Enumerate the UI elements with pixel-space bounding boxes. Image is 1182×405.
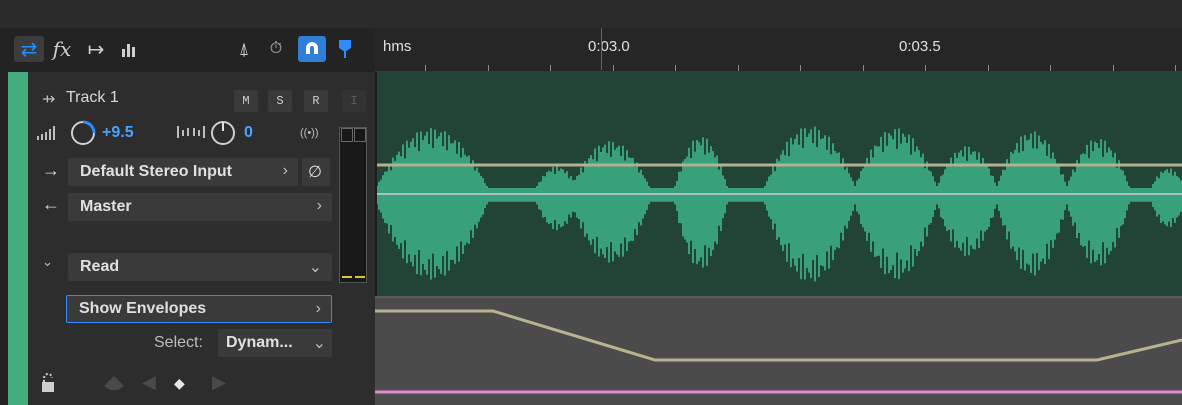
meter-clip-right (354, 128, 366, 142)
ruler-tick (737, 65, 739, 71)
ruler-tick (1112, 65, 1114, 71)
volume-value[interactable]: +9.5 (102, 124, 134, 142)
level-meter (339, 127, 367, 283)
add-keyframe-icon[interactable]: ◆ (174, 375, 185, 392)
time-ruler[interactable]: hms 0:03.0 0:03.5 (375, 28, 1182, 72)
automation-mode-select[interactable]: Read ⌄ (68, 253, 332, 281)
chevron-right-icon: › (316, 197, 322, 214)
meter-peak-right (355, 276, 365, 278)
volume-icon (36, 124, 62, 145)
ruler-unit: hms (383, 38, 412, 55)
ruler-tick (862, 65, 864, 71)
chevron-down-icon: ⌄ (308, 259, 322, 276)
input-arrow-icon: → (42, 160, 60, 180)
ruler-tick (800, 65, 801, 71)
automation-lane[interactable] (375, 296, 1182, 405)
send-icon[interactable]: ↦ (82, 36, 110, 62)
track-color-bar[interactable] (8, 72, 28, 405)
output-arrow-icon: ← (42, 194, 60, 214)
next-keyframe-icon[interactable]: ▶ (212, 372, 226, 393)
metronome-icon[interactable]: ⍋ (232, 36, 256, 62)
ruler-label: 0:03.0 (588, 38, 630, 55)
swap-arrows-icon[interactable]: ⇄ (14, 36, 44, 62)
input-select[interactable]: Default Stereo Input › (68, 158, 298, 186)
clear-keyframes-icon[interactable] (100, 372, 128, 397)
solo-button[interactable]: S (268, 90, 292, 112)
stereo-icon: ((•)) (300, 127, 319, 139)
clip-envelopes[interactable] (377, 72, 1182, 296)
pan-icon (176, 124, 206, 145)
mute-button[interactable]: M (234, 90, 258, 112)
ruler-tick (425, 65, 426, 71)
ruler-label: 0:03.5 (899, 38, 941, 55)
automation-lane-envelopes[interactable] (375, 298, 1182, 405)
meter-peak-left (342, 276, 352, 278)
track-header-panel: ⇄ fx ↦ ⍋ ⏱ ⇸ Track 1 M S R I +9.5 0 ((•)… (0, 28, 375, 405)
waveform-track-icon: ⇸ (42, 91, 56, 108)
audio-clip[interactable] (375, 72, 1182, 296)
parameter-select-value: Dynam... (226, 334, 293, 351)
track-name[interactable]: Track 1 (66, 89, 119, 107)
ruler-tick (612, 65, 614, 71)
ruler-tick (1175, 65, 1176, 71)
show-envelopes-label: Show Envelopes (79, 300, 207, 317)
track-1-header[interactable]: ⇸ Track 1 M S R I +9.5 0 ((•)) → Default… (8, 72, 375, 405)
record-arm-button[interactable]: R (304, 90, 328, 112)
parameter-select[interactable]: Dynam... ⌄ (218, 329, 332, 357)
input-select-label: Default Stereo Input (80, 163, 233, 180)
magnet-snap-icon[interactable] (298, 36, 326, 62)
top-strip (0, 0, 1182, 28)
meter-bars-icon[interactable] (116, 36, 144, 62)
lane-envelope[interactable] (375, 309, 1182, 362)
meter-clip-left (341, 128, 353, 142)
ruler-tick (675, 65, 676, 71)
pan-value[interactable]: 0 (244, 124, 253, 142)
ruler-tick (550, 65, 551, 71)
ruler-tick (487, 65, 489, 71)
fx-icon[interactable]: fx (48, 36, 76, 62)
output-select[interactable]: Master › (68, 193, 332, 221)
chevron-down-icon[interactable]: ⌄ (42, 254, 53, 270)
chevron-right-icon: › (282, 162, 288, 179)
input-monitor-button[interactable]: I (342, 90, 366, 112)
show-envelopes-select[interactable]: Show Envelopes › (66, 295, 332, 323)
ruler-tick (925, 65, 926, 71)
track-toolbar: ⇄ fx ↦ ⍋ ⏱ (0, 28, 375, 70)
previous-keyframe-icon[interactable]: ◀ (142, 372, 156, 393)
output-select-label: Master (80, 198, 132, 215)
playhead[interactable] (601, 28, 602, 70)
automation-mode-label: Read (80, 258, 120, 275)
invert-polarity-button[interactable]: ∅ (302, 158, 330, 186)
ruler-tick (987, 65, 989, 71)
marker-pin-icon[interactable] (332, 36, 358, 62)
volume-knob[interactable] (70, 120, 96, 151)
punch-timer-icon[interactable]: ⏱ (264, 36, 288, 62)
polarity-icon: ∅ (308, 164, 322, 181)
ruler-tick (1050, 65, 1051, 71)
lock-icon[interactable] (40, 372, 56, 399)
pan-knob[interactable] (210, 120, 236, 151)
chevron-right-icon: › (315, 300, 321, 317)
fx-label: fx (52, 37, 72, 61)
select-label: Select: (154, 334, 203, 351)
chevron-down-icon: ⌄ (312, 335, 326, 352)
